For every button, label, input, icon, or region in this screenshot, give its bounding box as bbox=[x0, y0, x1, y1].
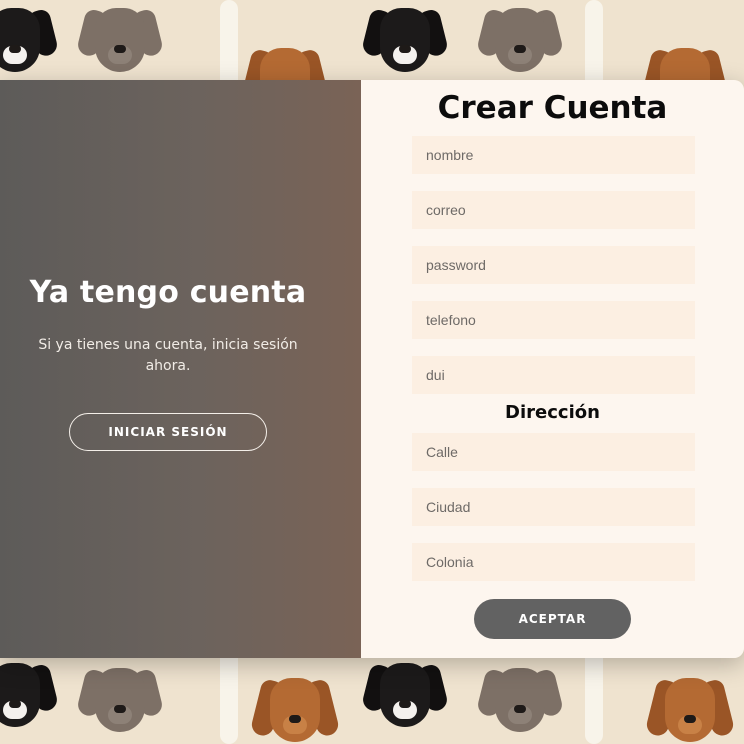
spaniel-dog-image bbox=[249, 670, 341, 744]
ciudad-input[interactable] bbox=[412, 488, 695, 526]
weimaraner-dog-image bbox=[475, 0, 565, 80]
register-form-title: Crear Cuenta bbox=[437, 90, 668, 126]
telefono-input[interactable] bbox=[412, 301, 695, 339]
weimaraner-dog-image bbox=[75, 660, 165, 740]
login-button[interactable]: INICIAR SESIÓN bbox=[69, 413, 267, 451]
auth-card: Ya tengo cuenta Si ya tienes una cuenta,… bbox=[0, 80, 744, 658]
weimaraner-dog-image bbox=[475, 660, 565, 740]
collie-dog-image bbox=[360, 655, 450, 735]
register-form: Crear Cuenta Dirección ACEPTAR bbox=[361, 80, 744, 658]
nombre-input[interactable] bbox=[412, 136, 695, 174]
correo-input[interactable] bbox=[412, 191, 695, 229]
dui-input[interactable] bbox=[412, 356, 695, 394]
collie-dog-image bbox=[360, 0, 450, 80]
login-panel-title: Ya tengo cuenta bbox=[29, 275, 307, 310]
weimaraner-dog-image bbox=[75, 0, 165, 80]
spaniel-dog-image bbox=[644, 670, 736, 744]
calle-input[interactable] bbox=[412, 433, 695, 471]
collie-dog-image bbox=[0, 655, 60, 735]
password-input[interactable] bbox=[412, 246, 695, 284]
accept-button[interactable]: ACEPTAR bbox=[474, 599, 631, 639]
colonia-input[interactable] bbox=[412, 543, 695, 581]
login-overlay-panel: Ya tengo cuenta Si ya tienes una cuenta,… bbox=[0, 80, 361, 658]
address-section-title: Dirección bbox=[505, 402, 600, 423]
login-panel-description: Si ya tienes una cuenta, inicia sesión a… bbox=[38, 337, 298, 374]
collie-dog-image bbox=[0, 0, 60, 80]
